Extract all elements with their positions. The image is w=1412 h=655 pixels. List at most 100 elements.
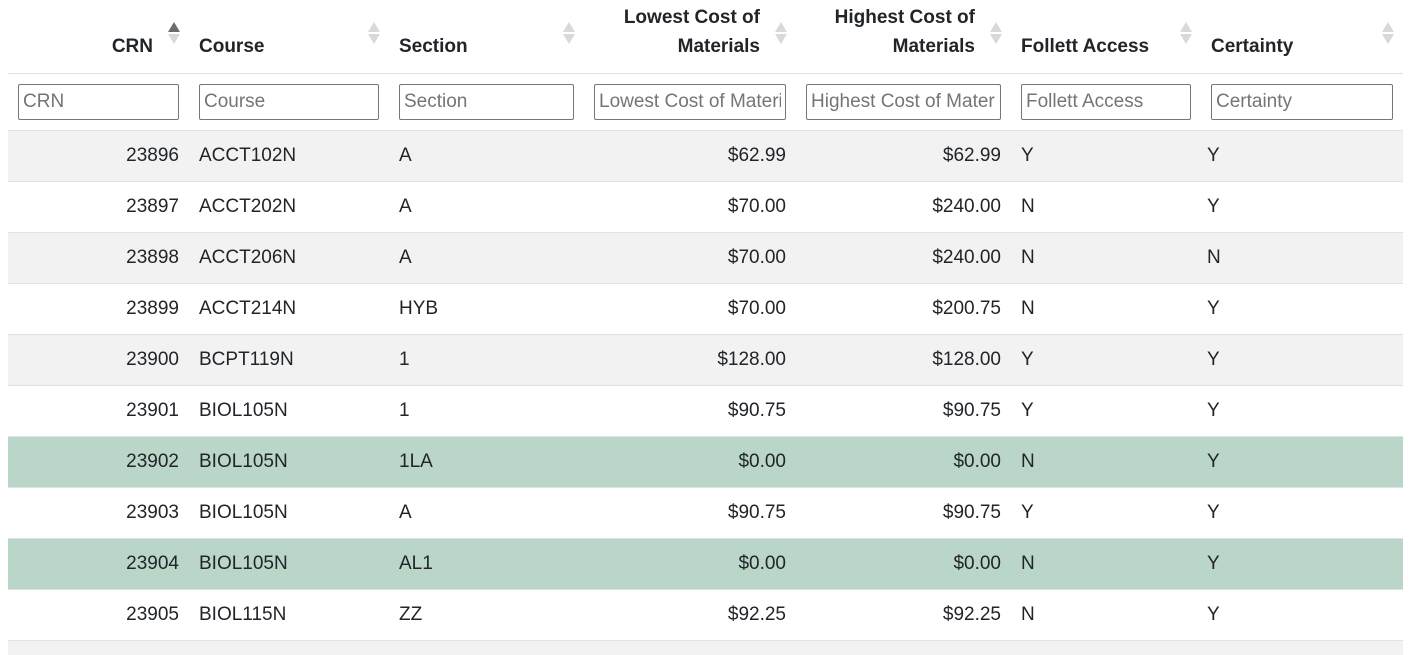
- course-cell: BIOL105N: [189, 385, 389, 437]
- column-header-certainty[interactable]: Certainty: [1201, 0, 1403, 74]
- follett-access-cell: N: [1011, 283, 1201, 335]
- column-header-course[interactable]: Course: [189, 0, 389, 74]
- course-filter-input[interactable]: [199, 83, 379, 120]
- course-cell: BIOL115N: [189, 589, 389, 641]
- table-row[interactable]: 23901 BIOL105N 1 $90.75 $90.75 Y Y: [8, 385, 1403, 437]
- partial-cell: [584, 640, 796, 655]
- certainty-cell: Y: [1201, 487, 1403, 539]
- course-cell: BCPT119N: [189, 334, 389, 386]
- column-header-label: Certainty: [1211, 35, 1294, 57]
- certainty-cell: Y: [1201, 436, 1403, 488]
- column-header-lowest-cost[interactable]: Lowest Cost of Materials: [584, 0, 796, 74]
- section-cell: A: [389, 130, 584, 182]
- certainty-filter-input[interactable]: [1211, 83, 1393, 120]
- lowest-cost-cell: $90.75: [584, 385, 796, 437]
- highest-cost-cell: $0.00: [796, 538, 1011, 590]
- course-cell: ACCT102N: [189, 130, 389, 182]
- lowest-cost-cell: $92.25: [584, 589, 796, 641]
- section-filter-input[interactable]: [399, 83, 574, 120]
- highest-cost-cell: $200.75: [796, 283, 1011, 335]
- crn-cell: 23899: [8, 283, 189, 335]
- lowest-cost-cell: $70.00: [584, 283, 796, 335]
- highest-cost-filter-input[interactable]: [806, 83, 1001, 120]
- column-header-label: CRN: [111, 35, 153, 57]
- crn-cell: 23901: [8, 385, 189, 437]
- lowest-cost-cell: $62.99: [584, 130, 796, 182]
- follett-access-filter-input[interactable]: [1021, 83, 1191, 120]
- sort-icon[interactable]: [562, 22, 576, 48]
- lowest-cost-filter-input[interactable]: [594, 83, 786, 120]
- section-cell: 1LA: [389, 436, 584, 488]
- course-cell: BIOL105N: [189, 436, 389, 488]
- lowest-cost-cell: $70.00: [584, 232, 796, 284]
- filter-cell: [8, 73, 189, 131]
- follett-access-cell: N: [1011, 589, 1201, 641]
- crn-cell: 23902: [8, 436, 189, 488]
- table-row[interactable]: 23902 BIOL105N 1LA $0.00 $0.00 N Y: [8, 436, 1403, 488]
- follett-access-cell: Y: [1011, 385, 1201, 437]
- column-header-crn[interactable]: CRN: [8, 0, 189, 74]
- column-header-label-line2: Materials: [892, 35, 975, 57]
- column-header-label: Section: [399, 35, 468, 57]
- crn-filter-input[interactable]: [18, 83, 179, 120]
- column-header-label: Follett Access: [1021, 35, 1150, 57]
- section-cell: A: [389, 487, 584, 539]
- sort-icon[interactable]: [774, 22, 788, 48]
- certainty-cell: Y: [1201, 385, 1403, 437]
- section-cell: A: [389, 232, 584, 284]
- certainty-cell: Y: [1201, 334, 1403, 386]
- sort-icon[interactable]: [1381, 22, 1395, 48]
- section-cell: HYB: [389, 283, 584, 335]
- filter-cell: [389, 73, 584, 131]
- column-header-label-line1: Lowest Cost of: [623, 6, 760, 28]
- section-cell: 1: [389, 334, 584, 386]
- follett-access-cell: Y: [1011, 334, 1201, 386]
- column-header-highest-cost[interactable]: Highest Cost of Materials: [796, 0, 1011, 74]
- column-header-label-line1: Highest Cost of: [834, 6, 975, 28]
- follett-access-cell: N: [1011, 181, 1201, 233]
- follett-access-cell: N: [1011, 436, 1201, 488]
- sort-icon[interactable]: [1179, 22, 1193, 48]
- certainty-cell: N: [1201, 232, 1403, 284]
- highest-cost-cell: $240.00: [796, 181, 1011, 233]
- filter-cell: [796, 73, 1011, 131]
- sort-ascending-icon[interactable]: [167, 22, 181, 48]
- table-row[interactable]: 23900 BCPT119N 1 $128.00 $128.00 Y Y: [8, 334, 1403, 386]
- certainty-cell: Y: [1201, 538, 1403, 590]
- table-row[interactable]: 23904 BIOL105N AL1 $0.00 $0.00 N Y: [8, 538, 1403, 590]
- table-body: 23896 ACCT102N A $62.99 $62.99 Y Y 23897 ACCT202…: [8, 130, 1403, 655]
- table-row[interactable]: 23905 BIOL115N ZZ $92.25 $92.25 N Y: [8, 589, 1403, 641]
- table-row[interactable]: 23897 ACCT202N A $70.00 $240.00 N Y: [8, 181, 1403, 233]
- certainty-cell: Y: [1201, 283, 1403, 335]
- crn-cell: 23897: [8, 181, 189, 233]
- follett-access-cell: Y: [1011, 487, 1201, 539]
- highest-cost-cell: $90.75: [796, 487, 1011, 539]
- column-header-section[interactable]: Section: [389, 0, 584, 74]
- highest-cost-cell: $92.25: [796, 589, 1011, 641]
- partial-cell: [389, 640, 584, 655]
- crn-cell: 23896: [8, 130, 189, 182]
- highest-cost-cell: $240.00: [796, 232, 1011, 284]
- section-cell: AL1: [389, 538, 584, 590]
- crn-cell: 23900: [8, 334, 189, 386]
- column-header-label-line2: Materials: [677, 35, 760, 57]
- table-row[interactable]: 23898 ACCT206N A $70.00 $240.00 N N: [8, 232, 1403, 284]
- highest-cost-cell: $0.00: [796, 436, 1011, 488]
- materials-table-container: CRN Course Section Lowest Cost of Materi…: [8, 0, 1403, 655]
- partial-cell: [1201, 640, 1403, 655]
- filter-row: [8, 73, 1403, 131]
- course-cell: BIOL105N: [189, 538, 389, 590]
- follett-access-cell: Y: [1011, 130, 1201, 182]
- certainty-cell: Y: [1201, 181, 1403, 233]
- highest-cost-cell: $62.99: [796, 130, 1011, 182]
- column-header-follett-access[interactable]: Follett Access: [1011, 0, 1201, 74]
- table-row[interactable]: 23903 BIOL105N A $90.75 $90.75 Y Y: [8, 487, 1403, 539]
- table-row[interactable]: 23899 ACCT214N HYB $70.00 $200.75 N Y: [8, 283, 1403, 335]
- certainty-cell: Y: [1201, 130, 1403, 182]
- partial-cell: [189, 640, 389, 655]
- filter-cell: [1011, 73, 1201, 131]
- table-row[interactable]: 23896 ACCT102N A $62.99 $62.99 Y Y: [8, 130, 1403, 182]
- sort-icon[interactable]: [989, 22, 1003, 48]
- sort-icon[interactable]: [367, 22, 381, 48]
- course-cell: ACCT206N: [189, 232, 389, 284]
